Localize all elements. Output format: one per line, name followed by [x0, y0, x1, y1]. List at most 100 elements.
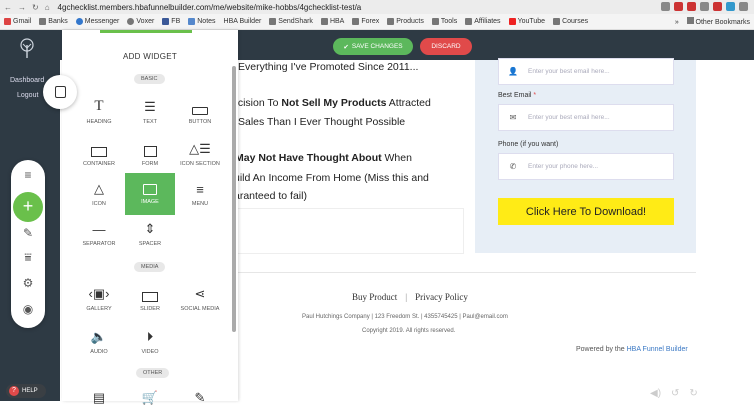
- widget-text[interactable]: ☰ TEXT: [125, 93, 175, 135]
- widget-image[interactable]: IMAGE: [125, 173, 175, 215]
- widget-other-2[interactable]: 🛒: [125, 384, 175, 405]
- privacy-policy-link[interactable]: Privacy Policy: [415, 292, 468, 302]
- bookmark-youtube[interactable]: YouTube: [508, 18, 545, 25]
- download-button[interactable]: Click Here To Download!: [498, 198, 674, 225]
- widget-heading[interactable]: T HEADING: [74, 93, 124, 135]
- gear-icon[interactable]: ⚙: [11, 276, 45, 290]
- widget-form[interactable]: FORM: [125, 135, 175, 177]
- bookmark-messenger[interactable]: Messenger: [75, 18, 119, 25]
- brush-icon[interactable]: ✎: [11, 226, 45, 240]
- bookmarks-bar: Gmail Banks Messenger Voxer FB Notes HBA…: [0, 14, 754, 30]
- extension-icons: [661, 2, 748, 11]
- widget-social-media[interactable]: ⋖ SOCIAL MEDIA: [175, 280, 225, 322]
- help-button[interactable]: ? HELP: [6, 384, 46, 398]
- menu-icon: ≡: [196, 182, 204, 197]
- discard-button[interactable]: DISCARD: [420, 38, 472, 55]
- check-icon: ✔: [343, 43, 349, 51]
- back-icon[interactable]: ←: [4, 3, 12, 12]
- extension-icon[interactable]: [700, 2, 709, 11]
- widget-separator[interactable]: — SEPARATOR: [74, 215, 124, 257]
- slider-icon: [125, 280, 175, 302]
- widget-icon-section[interactable]: △☰ ICON SECTION: [175, 135, 225, 177]
- image-icon: [125, 173, 175, 195]
- bookmark-gmail[interactable]: Gmail: [4, 18, 31, 25]
- panel-scrollbar[interactable]: [232, 66, 236, 332]
- folder-icon: [553, 18, 561, 25]
- widget-other-1[interactable]: ▤: [74, 384, 124, 405]
- save-changes-button[interactable]: ✔ SAVE CHANGES: [333, 38, 413, 55]
- widget-slider[interactable]: SLIDER: [125, 280, 175, 322]
- bookmark-hba-builder[interactable]: HBA Builder: [224, 18, 262, 25]
- widget-container[interactable]: CONTAINER: [74, 135, 124, 177]
- hamburger-icon[interactable]: ≡: [11, 168, 45, 182]
- body-text-line: Everything I've Promoted Since 2011...: [238, 61, 419, 73]
- widget-spacer[interactable]: ⇕ SPACER: [125, 215, 175, 257]
- forward-icon[interactable]: ↻: [689, 388, 697, 399]
- body-text-line: Sales Than I Ever Thought Possible: [238, 116, 406, 128]
- bookmark-hba[interactable]: HBA: [320, 18, 344, 25]
- body-text-line: May Not Have Thought About When: [235, 152, 412, 164]
- footer-links: Buy Product | Privacy Policy: [352, 292, 468, 302]
- folder-icon: [320, 18, 328, 25]
- url-field[interactable]: 4gchecklist.members.hbafunnelbuilder.com…: [58, 3, 362, 12]
- text-lines-icon: ☰: [144, 99, 156, 114]
- phone-field[interactable]: ✆ Enter your phone here...: [498, 153, 674, 180]
- voxer-icon: [127, 18, 135, 25]
- reload-icon[interactable]: ↻: [32, 3, 39, 12]
- extension-icon[interactable]: [739, 2, 748, 11]
- bookmark-products[interactable]: Products: [387, 18, 424, 25]
- builder-tool-pill: ≡ + ✎ ⩸ ⚙ ◉: [11, 160, 45, 328]
- widget-video[interactable]: ⏵ VIDEO: [125, 323, 175, 365]
- bookmark-affiliates[interactable]: Affiliates: [465, 18, 501, 25]
- email-field[interactable]: ✉ Enter your best email here...: [498, 104, 674, 131]
- panel-title: ADD WIDGET: [122, 52, 178, 61]
- bookmark-fb[interactable]: FB: [162, 18, 180, 25]
- extension-icon[interactable]: [674, 2, 683, 11]
- widget-icon[interactable]: △ ICON: [74, 175, 124, 217]
- cart-icon: 🛒: [141, 390, 159, 405]
- add-widget-panel: ADD WIDGET BASIC T HEADING ☰ TEXT BUTTON C…: [62, 30, 238, 405]
- forward-icon[interactable]: →: [18, 3, 26, 12]
- name-field[interactable]: 👤 Enter your best email here...: [498, 58, 674, 85]
- extension-icon[interactable]: [726, 2, 735, 11]
- bookmark-tools[interactable]: Tools: [431, 18, 457, 25]
- widget-audio[interactable]: 🔈 AUDIO: [74, 323, 124, 365]
- folder-icon: [39, 18, 47, 25]
- dashboard-link[interactable]: Dashboard: [10, 77, 44, 84]
- bookmark-forex[interactable]: Forex: [352, 18, 379, 25]
- envelope-icon: ✉: [509, 113, 517, 122]
- bookmark-banks[interactable]: Banks: [39, 18, 68, 25]
- extension-icon[interactable]: [661, 2, 670, 11]
- bookmark-courses[interactable]: Courses: [553, 18, 588, 25]
- user-icon: 👤: [508, 67, 518, 76]
- folder-icon: [686, 17, 694, 24]
- email-label: Best Email *: [498, 92, 537, 99]
- volume-icon[interactable]: ◀): [650, 388, 661, 399]
- button-icon: [175, 93, 225, 115]
- widget-button[interactable]: BUTTON: [175, 93, 225, 135]
- extension-icon[interactable]: [713, 2, 722, 11]
- duplicate-button[interactable]: [43, 75, 77, 109]
- widget-gallery[interactable]: ‹▣› GALLERY: [74, 280, 124, 322]
- folder-icon: [352, 18, 360, 25]
- logout-link[interactable]: Logout: [17, 92, 38, 99]
- youtube-icon: [508, 18, 516, 25]
- replay-icon[interactable]: ↺: [671, 388, 679, 399]
- bookmark-notes[interactable]: Notes: [188, 18, 216, 25]
- eye-icon[interactable]: ◉: [11, 302, 45, 316]
- bookmark-sendshark[interactable]: SendShark: [269, 18, 313, 25]
- extension-icon[interactable]: [687, 2, 696, 11]
- buy-product-link[interactable]: Buy Product: [352, 292, 397, 302]
- hba-brand-link[interactable]: HBA Funnel Builder: [627, 346, 688, 353]
- widget-menu[interactable]: ≡ MENU: [175, 175, 225, 217]
- body-text-line: ecision To Not Sell My Products Attracte…: [232, 97, 431, 109]
- other-bookmarks[interactable]: » Other Bookmarks: [675, 17, 750, 26]
- add-widget-button[interactable]: +: [13, 192, 43, 222]
- filter-icon[interactable]: ⩸: [11, 250, 45, 265]
- phone-label: Phone (if you want): [498, 141, 559, 148]
- bookmark-voxer[interactable]: Voxer: [127, 18, 154, 25]
- play-circle-icon: ⏵: [146, 329, 154, 344]
- folder-icon: [465, 18, 473, 25]
- widget-other-3[interactable]: ✎: [175, 384, 225, 405]
- category-other: OTHER: [136, 368, 170, 378]
